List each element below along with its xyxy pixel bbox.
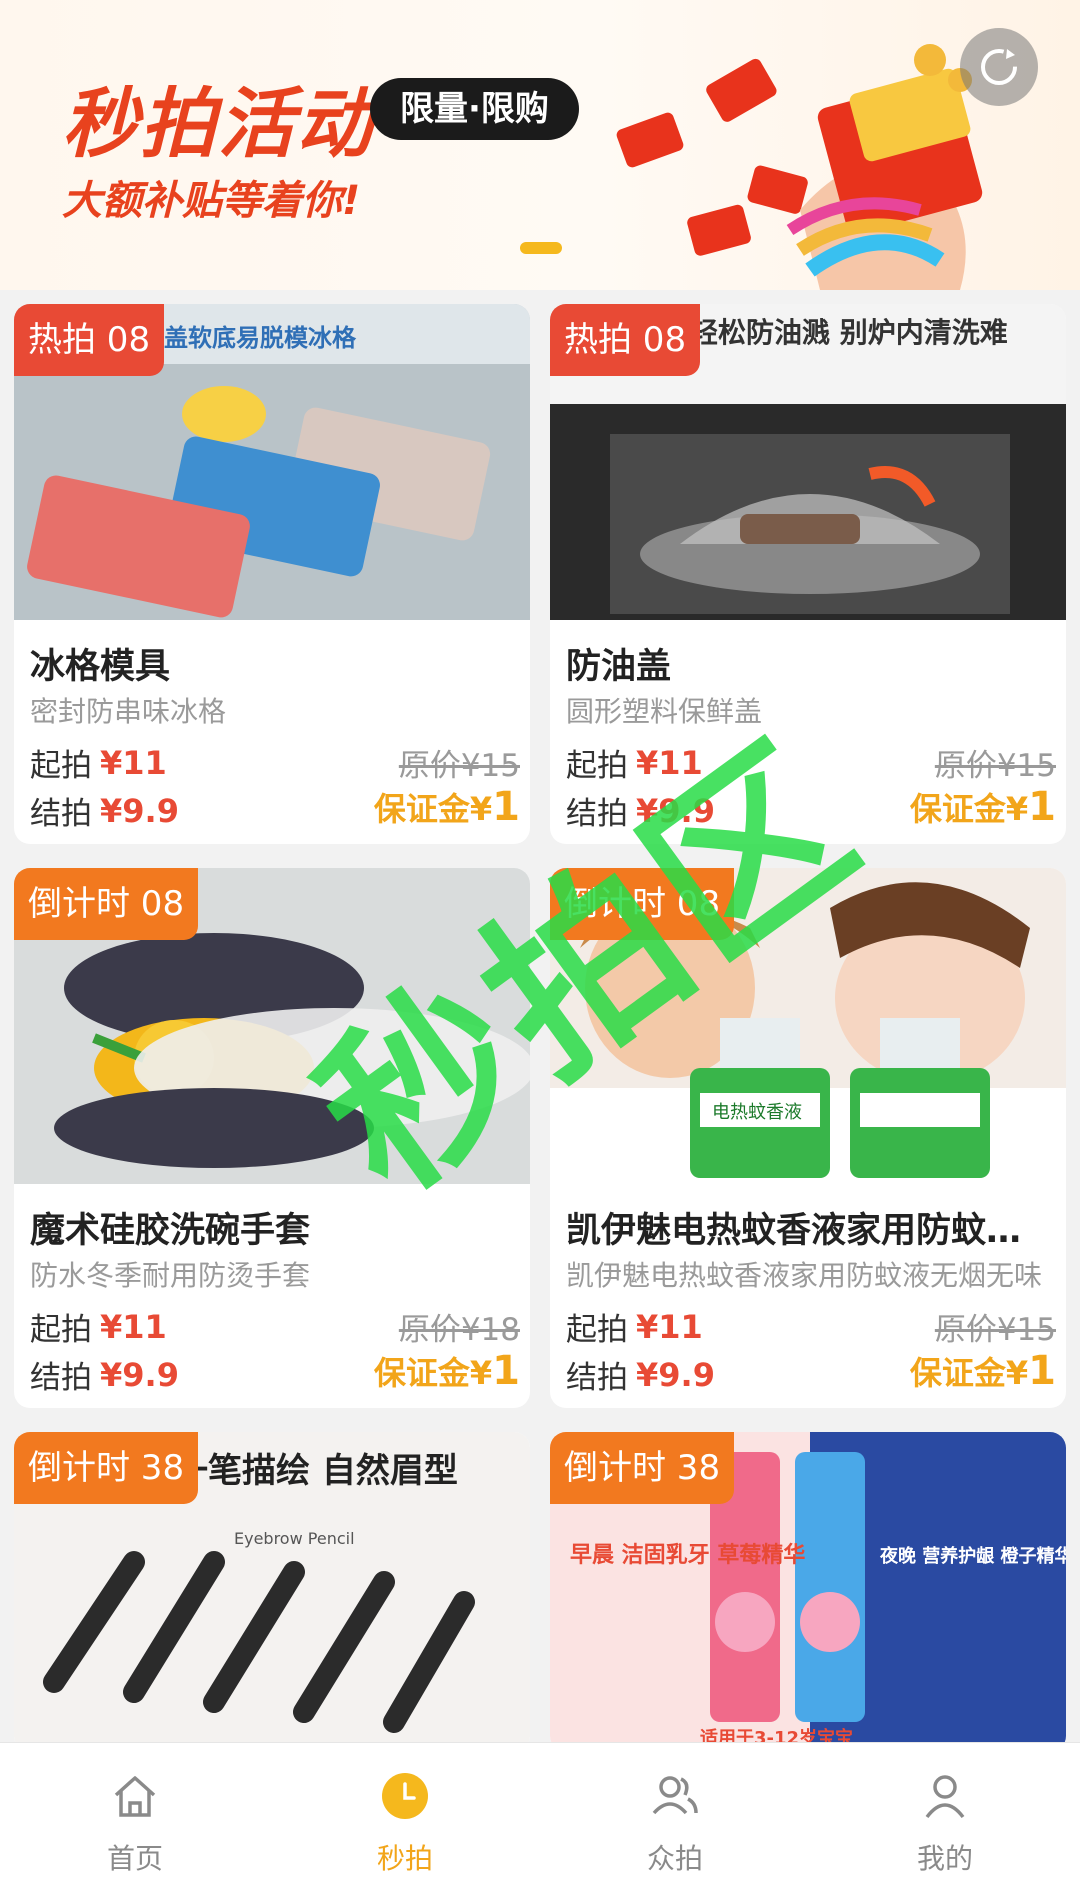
nav-item-mine[interactable]: 我的 — [810, 1743, 1080, 1894]
banner-limit-pill: 限量·限购 — [370, 78, 579, 140]
hot-badge: 热拍 08 — [14, 304, 165, 376]
product-desc: 密封防串味冰格 — [30, 695, 227, 728]
user-icon — [925, 1775, 965, 1819]
product-card[interactable]: 电热蚊香液 倒计时 08 凯伊魅电热蚊香液家用防蚊液无烟无味 凯伊魅电热蚊香液家… — [550, 868, 1066, 1408]
deposit: 保证金¥1 — [910, 784, 1056, 830]
deposit-value: 1 — [492, 784, 520, 830]
deposit-label: 保证金¥ — [373, 790, 493, 828]
product-name: 凯伊魅电热蚊香液家用防蚊液无烟无味 — [566, 1211, 1056, 1251]
product-name: 魔术硅胶洗碗手套 — [30, 1211, 311, 1251]
product-image-caption: 盖软底易脱模冰格 — [164, 324, 357, 352]
nav-item-group[interactable]: 众拍 — [540, 1743, 810, 1894]
product-image-caption: 电热蚊香液 — [712, 1102, 802, 1123]
deposit: 保证金¥1 — [374, 1348, 520, 1394]
product-image-caption-night: 夜晚 营养护龈 橙子精华 — [879, 1545, 1066, 1567]
carousel-indicator[interactable] — [520, 242, 562, 254]
deposit: 保证金¥1 — [374, 784, 520, 830]
original-price: 原价¥18 — [398, 1312, 520, 1348]
start-price: ¥11 — [100, 1307, 167, 1346]
bottom-nav: 首页 秒拍 众拍 我的 — [0, 1742, 1080, 1894]
product-card[interactable]: 一笔描绘 自然眉型 Eyebrow Pencil 倒计时 38 — [14, 1432, 530, 1752]
deposit-label: 保证金¥ — [373, 1354, 493, 1392]
product-card[interactable]: 轻松防油溅 别炉内清洗难 热拍 08 防油盖 圆形塑料保鲜盖 起拍 ¥11 原价¥… — [550, 304, 1066, 844]
nav-item-home[interactable]: 首页 — [0, 1743, 270, 1894]
refresh-icon — [981, 49, 1017, 85]
hot-badge: 热拍 08 — [550, 304, 701, 376]
deposit-value: 1 — [1028, 784, 1056, 830]
start-price-label: 起拍 — [30, 1312, 92, 1348]
nav-label: 秒拍 — [376, 1842, 433, 1875]
product-name: 防油盖 — [566, 647, 672, 687]
original-price: 原价¥15 — [934, 748, 1056, 784]
start-price: ¥11 — [636, 1307, 703, 1346]
deposit-label: 保证金¥ — [909, 790, 1029, 828]
end-price: ¥9.9 — [100, 1355, 179, 1394]
start-price-label: 起拍 — [566, 1312, 628, 1348]
start-price: ¥11 — [636, 743, 703, 782]
start-price-label: 起拍 — [30, 748, 92, 784]
product-card[interactable]: 倒计时 08 魔术硅胶洗碗手套 防水冬季耐用防烫手套 起拍 ¥11 原价¥18 结… — [14, 868, 530, 1408]
countdown-badge: 倒计时 38 — [14, 1432, 199, 1504]
end-price: ¥9.9 — [100, 791, 179, 830]
end-price-label: 结拍 — [30, 1360, 92, 1396]
banner-subtitle: 大额补贴等着你! — [62, 178, 361, 224]
home-icon — [114, 1776, 156, 1817]
end-price-label: 结拍 — [566, 796, 628, 832]
refresh-button[interactable] — [960, 28, 1038, 106]
start-price-label: 起拍 — [566, 748, 628, 784]
countdown-badge: 倒计时 08 — [550, 868, 735, 940]
nav-label: 众拍 — [646, 1842, 703, 1875]
deposit-value: 1 — [492, 1348, 520, 1394]
nav-label: 首页 — [106, 1842, 163, 1875]
deposit: 保证金¥1 — [910, 1348, 1056, 1394]
banner-title: 秒拍活动 — [62, 79, 374, 168]
end-price-label: 结拍 — [30, 796, 92, 832]
product-desc: 圆形塑料保鲜盖 — [566, 695, 763, 728]
product-desc: 防水冬季耐用防烫手套 — [30, 1259, 311, 1292]
clock-icon — [382, 1773, 428, 1819]
end-price: ¥9.9 — [636, 791, 715, 830]
group-icon — [652, 1776, 698, 1815]
product-card[interactable]: 早晨 洁固乳牙 草莓精华 夜晚 营养护龈 橙子精华 适用于3-12岁宝宝 倒计时… — [550, 1432, 1066, 1752]
deposit-value: 1 — [1028, 1348, 1056, 1394]
product-image-caption: 轻松防油溅 别炉内清洗难 — [690, 316, 1008, 349]
product-desc: 凯伊魅电热蚊香液家用防蚊液无烟无味 — [566, 1259, 1043, 1292]
start-price: ¥11 — [100, 743, 167, 782]
nav-label: 我的 — [916, 1842, 973, 1875]
nav-item-flash[interactable]: 秒拍 — [270, 1743, 540, 1894]
original-price: 原价¥15 — [934, 1312, 1056, 1348]
product-image-caption-morning: 早晨 洁固乳牙 草莓精华 — [570, 1542, 805, 1568]
end-price: ¥9.9 — [636, 1355, 715, 1394]
countdown-badge: 倒计时 08 — [14, 868, 199, 940]
deposit-label: 保证金¥ — [909, 1354, 1029, 1392]
product-card[interactable]: 盖软底易脱模冰格 热拍 08 冰格模具 密封防串味冰格 起拍 ¥11 原价¥15 … — [14, 304, 530, 844]
product-image-caption: 一笔描绘 自然眉型 — [174, 1451, 458, 1491]
original-price: 原价¥15 — [398, 748, 520, 784]
product-name: 冰格模具 — [30, 647, 171, 687]
product-image-caption-en: Eyebrow Pencil — [234, 1529, 355, 1548]
promo-banner[interactable]: 秒拍活动 限量·限购 大额补贴等着你! — [0, 0, 1080, 290]
end-price-label: 结拍 — [566, 1360, 628, 1396]
countdown-badge: 倒计时 38 — [550, 1432, 735, 1504]
